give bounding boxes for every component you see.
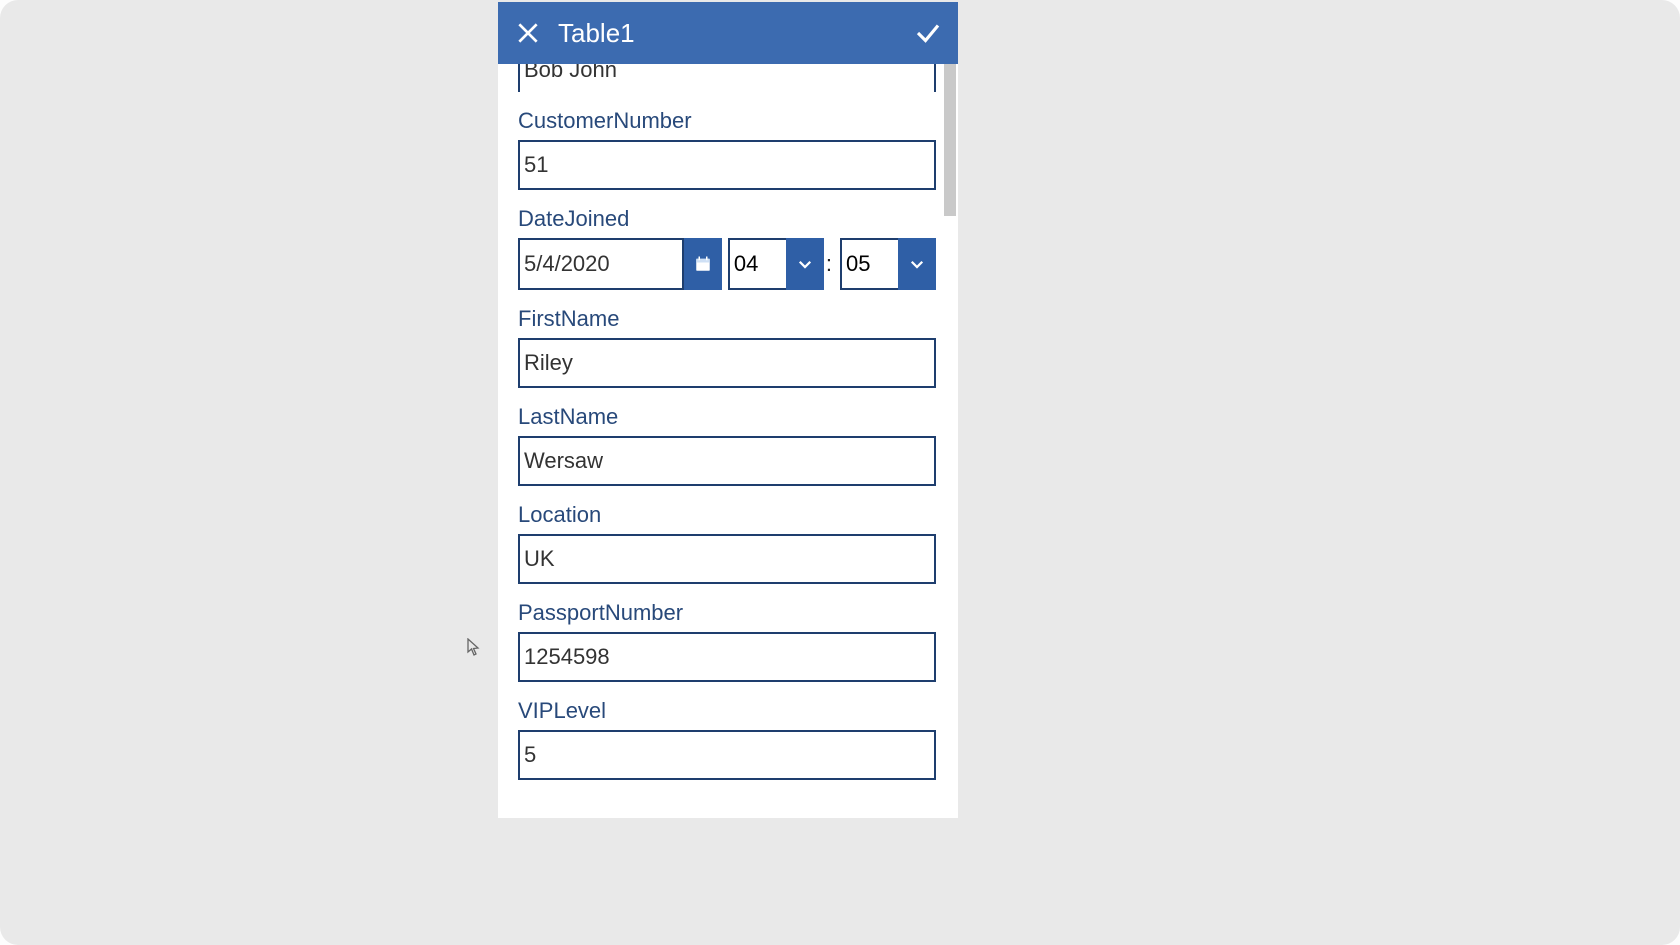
form-title: Table1 [558, 18, 898, 49]
datejoined-minute-select[interactable]: 05 [840, 238, 936, 290]
chevron-down-icon[interactable] [898, 238, 936, 290]
location-label: Location [518, 502, 938, 528]
time-colon: : [826, 238, 834, 290]
datejoined-date-input[interactable]: 5/4/2020 [518, 238, 684, 290]
form-panel: Table1 CustomerNumber DateJoined 5/4/202… [498, 2, 958, 818]
viplevel-input[interactable] [518, 730, 936, 780]
chevron-down-icon[interactable] [786, 238, 824, 290]
lastname-label: LastName [518, 404, 938, 430]
datejoined-minute-value: 05 [840, 238, 898, 290]
firstname-label: FirstName [518, 306, 938, 332]
datejoined-hour-select[interactable]: 04 [728, 238, 824, 290]
calendar-icon[interactable] [684, 238, 722, 290]
name-top-input[interactable] [518, 64, 936, 92]
form-scroll-area: CustomerNumber DateJoined 5/4/2020 04 : … [498, 64, 958, 818]
customernumber-input[interactable] [518, 140, 936, 190]
datejoined-label: DateJoined [518, 206, 938, 232]
scrollbar-thumb[interactable] [944, 64, 956, 216]
check-icon[interactable] [912, 17, 944, 49]
datejoined-hour-value: 04 [728, 238, 786, 290]
form-header: Table1 [498, 2, 958, 64]
close-icon[interactable] [512, 17, 544, 49]
firstname-input[interactable] [518, 338, 936, 388]
location-input[interactable] [518, 534, 936, 584]
customernumber-label: CustomerNumber [518, 108, 938, 134]
lastname-input[interactable] [518, 436, 936, 486]
viplevel-label: VIPLevel [518, 698, 938, 724]
mouse-cursor-icon [467, 638, 481, 656]
passportnumber-input[interactable] [518, 632, 936, 682]
passportnumber-label: PassportNumber [518, 600, 938, 626]
